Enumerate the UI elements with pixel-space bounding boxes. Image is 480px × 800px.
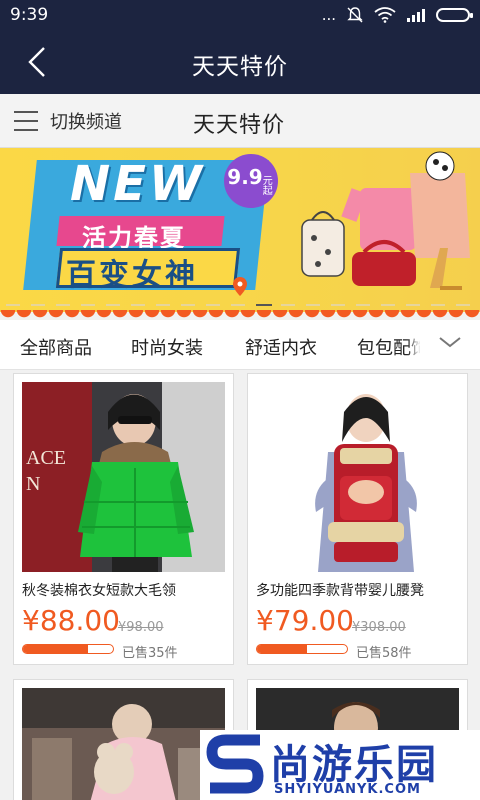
sold-count: 已售58件: [356, 646, 412, 661]
pink-coat-photo: [22, 688, 225, 800]
price-tag-badge: 9.9 元起: [224, 154, 278, 208]
sales-progress-bar: [22, 644, 114, 654]
product-original-price: ¥308.00: [352, 620, 406, 635]
wifi-icon: [374, 7, 396, 23]
product-card[interactable]: ACE N 秋冬装棉衣女短款大毛领 ¥88.00 ¥98.00 已售35件: [13, 373, 234, 665]
signal-icon: [407, 9, 425, 22]
watermark-english: SHYIYUANYK.COM: [274, 782, 421, 797]
site-watermark: 尚游乐园 SHYIYUANYK.COM: [200, 730, 480, 800]
pager-dash: [6, 304, 20, 306]
product-image: [22, 688, 225, 800]
product-image: ACE N: [22, 382, 225, 572]
sales-progress-bar: [256, 644, 348, 654]
pager-dash: [31, 304, 45, 306]
pager-dash: [156, 304, 170, 306]
product-original-price: ¥98.00: [118, 620, 164, 635]
pager-dash: [406, 304, 420, 306]
nav-bar: 天天特价: [0, 30, 480, 94]
pager-dash: [456, 304, 470, 306]
pager-dash: [256, 304, 272, 306]
notification-dots-icon: ...: [321, 6, 336, 24]
product-title: 多功能四季款背带婴儿腰凳: [256, 583, 424, 599]
switch-channel-button[interactable]: 切换频道: [14, 108, 122, 134]
svg-text:N: N: [26, 473, 40, 495]
site-logo-icon: [206, 734, 264, 794]
product-price: ¥79.00: [256, 604, 354, 637]
pager-dash: [381, 304, 395, 306]
pager-dash: [431, 304, 445, 306]
tab-all-products[interactable]: 全部商品: [20, 334, 92, 360]
status-icons: ...: [321, 6, 473, 24]
product-price: ¥88.00: [22, 604, 120, 637]
pager-dash: [106, 304, 120, 306]
pager-dash: [81, 304, 95, 306]
fashion-goods-illustration: [301, 151, 470, 290]
tab-women-fashion[interactable]: 时尚女装: [131, 334, 203, 360]
chevron-down-icon: [439, 337, 461, 348]
mute-bell-icon: [347, 7, 363, 23]
pager-dash: [331, 304, 345, 306]
sales-progress-fill: [23, 645, 88, 653]
status-bar: 9:39 ...: [0, 0, 480, 30]
page-title: 天天特价: [192, 54, 288, 80]
more-categories-button[interactable]: [420, 320, 480, 369]
banner-new-text: NEW: [70, 156, 205, 212]
product-card[interactable]: 多功能四季款背带婴儿腰凳 ¥79.00 ¥308.00 已售58件: [247, 373, 468, 665]
tab-bags-accessories[interactable]: 包包配饰: [357, 334, 429, 360]
menu-icon: [14, 111, 38, 131]
tab-underwear[interactable]: 舒适内衣: [245, 334, 317, 360]
product-title: 秋冬装棉衣女短款大毛领: [22, 583, 176, 599]
pager-dash: [231, 304, 245, 306]
sold-count: 已售35件: [122, 646, 178, 661]
location-pin-icon: [233, 277, 247, 296]
sales-progress-fill: [257, 645, 307, 653]
switch-channel-label: 切换频道: [50, 112, 122, 133]
svg-text:ACE: ACE: [26, 447, 66, 469]
price-tag-number: 9.9: [227, 165, 263, 189]
pager-dash: [181, 304, 195, 306]
pager-dash: [56, 304, 70, 306]
battery-icon: [436, 8, 473, 22]
channel-title: 天天特价: [193, 113, 286, 138]
status-time: 9:39: [10, 5, 49, 25]
green-down-jacket-photo: ACE N: [22, 382, 225, 572]
product-image: [256, 382, 459, 572]
pager-dash: [356, 304, 370, 306]
pager-dash: [206, 304, 220, 306]
price-tag-unit: 元起: [262, 176, 273, 197]
pager-dash: [281, 304, 295, 306]
banner-line2: 百变女神: [66, 258, 198, 293]
category-tabs: 全部商品 时尚女装 舒适内衣 包包配饰: [0, 320, 480, 370]
channel-bar: 切换频道 天天特价: [0, 94, 480, 148]
pager-dash: [131, 304, 145, 306]
pager-dash: [306, 304, 320, 306]
baby-carrier-photo: [256, 382, 459, 572]
